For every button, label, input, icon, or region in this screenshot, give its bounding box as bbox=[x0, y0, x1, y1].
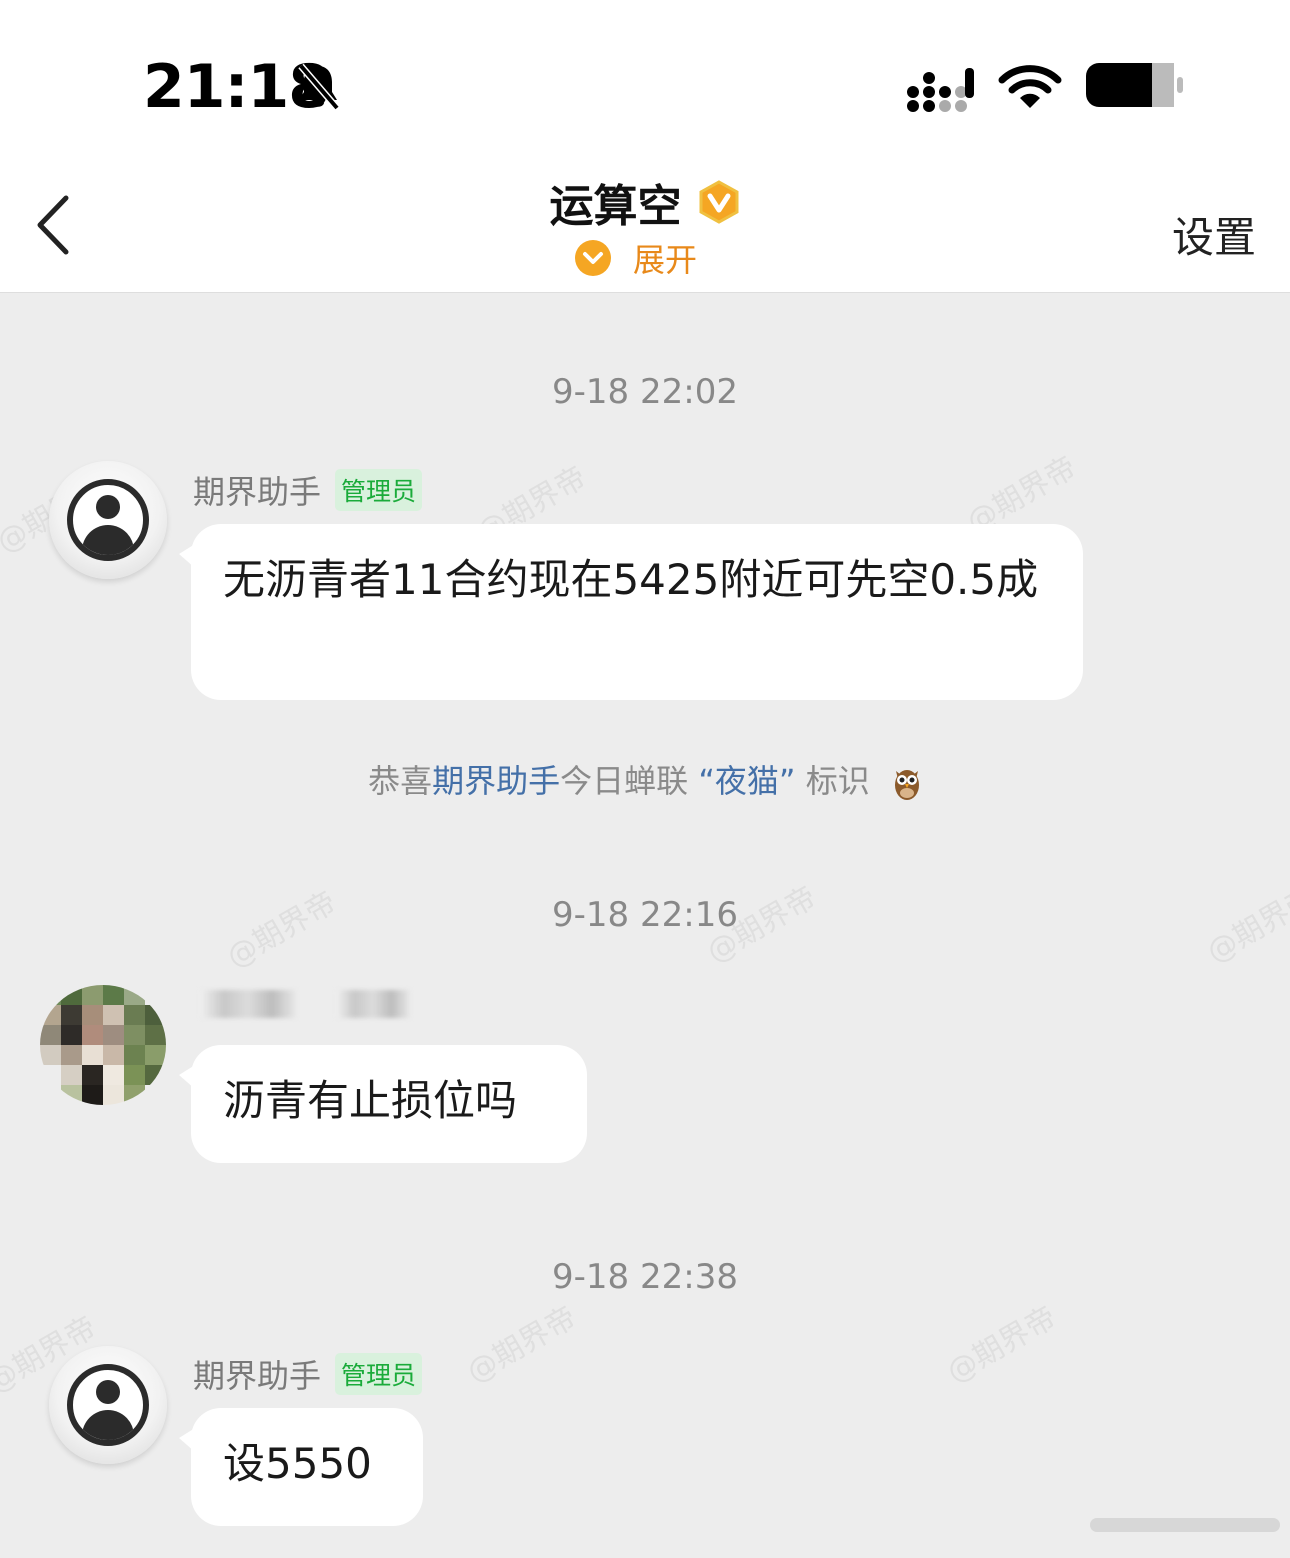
system-message-middle: 今日蝉联 bbox=[560, 762, 699, 800]
sender-name-redacted bbox=[200, 990, 410, 1018]
message-timestamp: 9-18 22:02 bbox=[552, 372, 738, 412]
message-timestamp: 9-18 22:38 bbox=[552, 1257, 738, 1297]
system-message-suffix: 标识 bbox=[795, 762, 870, 800]
system-message: 恭喜期界助手今日蝉联 “夜猫” 标识 bbox=[0, 756, 1290, 802]
system-message-prefix: 恭喜 bbox=[368, 762, 433, 800]
settings-button[interactable]: 设置 bbox=[1172, 204, 1256, 265]
avatar[interactable] bbox=[40, 985, 166, 1105]
verified-v-badge-icon bbox=[699, 180, 739, 224]
signal-icon bbox=[907, 68, 974, 112]
wifi-icon bbox=[998, 65, 1062, 108]
watermark: @期界帝 bbox=[461, 1299, 583, 1391]
sender-row bbox=[200, 990, 410, 1018]
owl-icon bbox=[894, 770, 919, 800]
sender-row: 期界助手 管理员 bbox=[193, 1351, 423, 1397]
avatar[interactable] bbox=[49, 461, 167, 579]
default-user-icon bbox=[67, 479, 149, 561]
sender-name[interactable]: 期界助手 bbox=[193, 1351, 321, 1397]
title-row: 运算空 bbox=[0, 170, 1290, 234]
home-indicator[interactable] bbox=[1090, 1518, 1280, 1532]
status-bar: 21:18 bbox=[0, 0, 1290, 150]
sender-row: 期界助手 管理员 bbox=[193, 467, 423, 513]
message-bubble[interactable]: 无沥青者11合约现在5425附近可先空0.5成 bbox=[179, 524, 1083, 700]
message-bubble[interactable]: 沥青有止损位吗 bbox=[179, 1045, 587, 1163]
chevron-down-icon bbox=[575, 240, 611, 276]
sender-name[interactable]: 期界助手 bbox=[193, 467, 321, 513]
default-user-icon bbox=[67, 1364, 149, 1446]
bell-slash-icon bbox=[298, 63, 340, 111]
battery-icon bbox=[1086, 63, 1183, 107]
admin-badge: 管理员 bbox=[335, 469, 423, 511]
avatar[interactable] bbox=[49, 1346, 167, 1464]
watermark: @期界帝 bbox=[941, 1299, 1063, 1391]
message-bubble[interactable]: 设5550 bbox=[179, 1408, 423, 1526]
system-message-badge-link[interactable]: “夜猫” bbox=[698, 762, 795, 800]
system-message-user-link[interactable]: 期界助手 bbox=[432, 762, 560, 800]
expand-toggle[interactable]: 展开 bbox=[575, 238, 698, 279]
message-timestamp: 9-18 22:16 bbox=[552, 895, 738, 935]
chat-title[interactable]: 运算空 bbox=[549, 170, 681, 234]
chat-header: 运算空 展开 设置 bbox=[0, 150, 1290, 293]
expand-label: 展开 bbox=[633, 241, 698, 279]
admin-badge: 管理员 bbox=[335, 1353, 423, 1395]
